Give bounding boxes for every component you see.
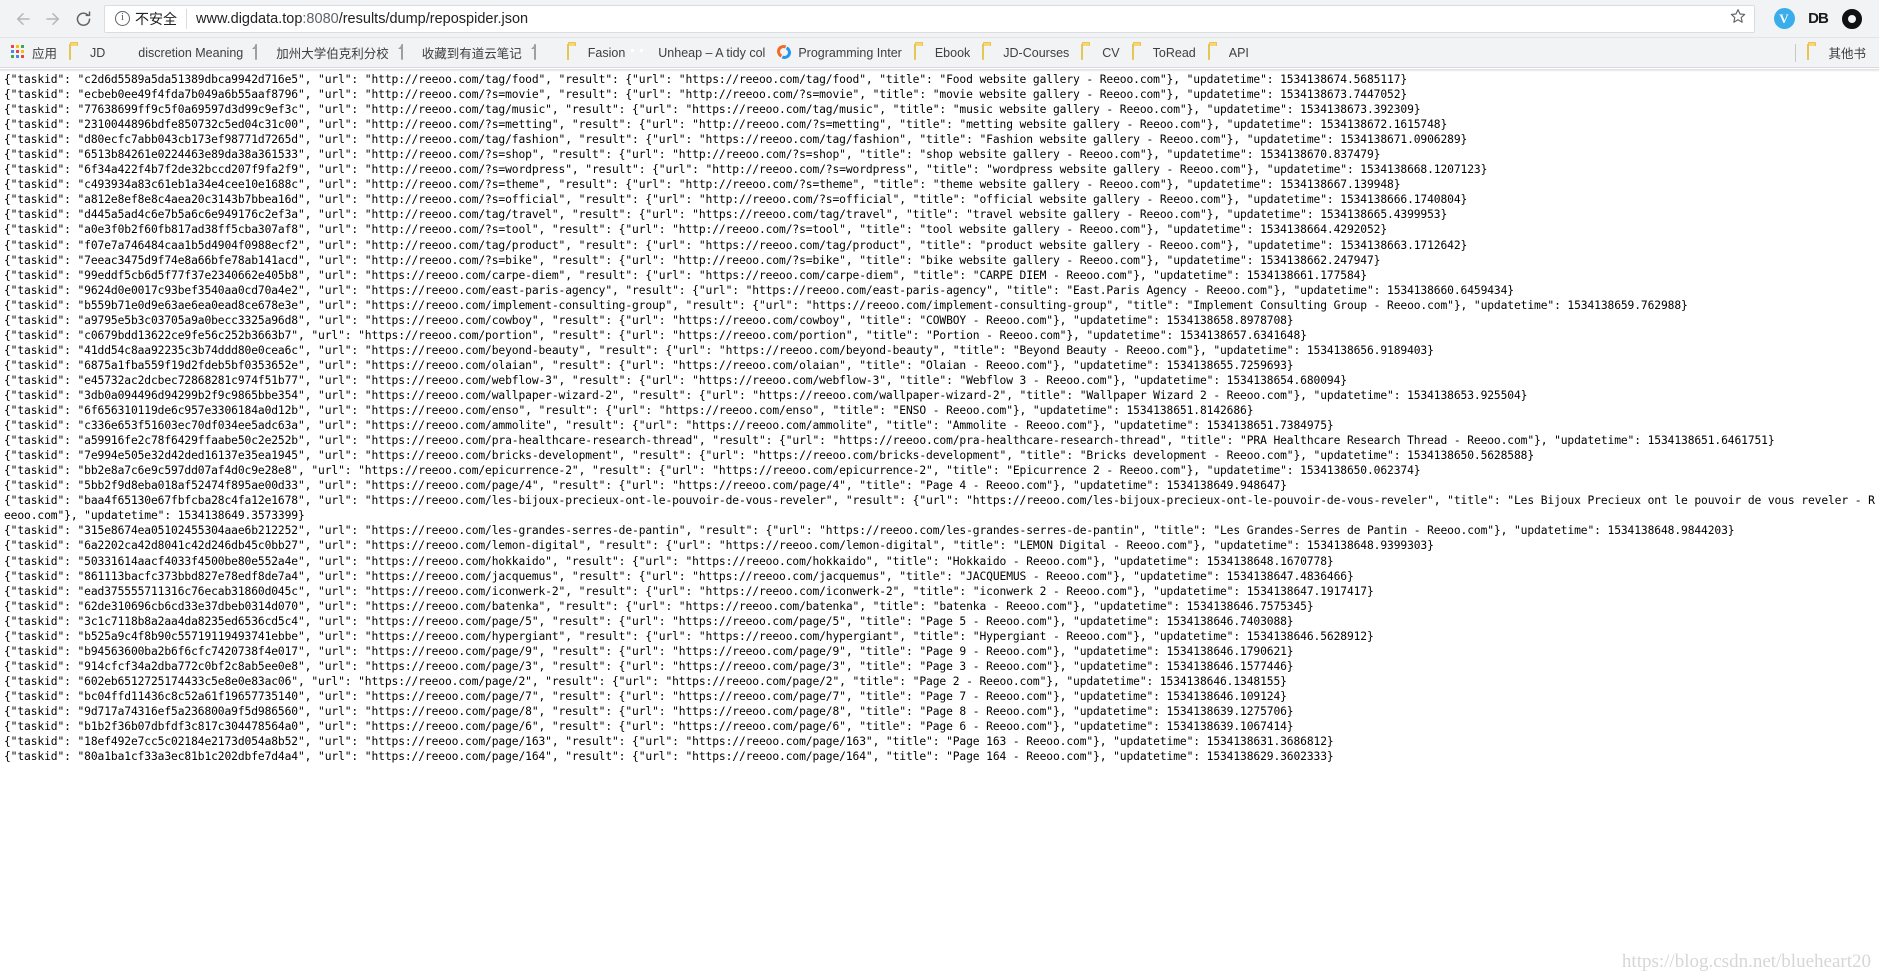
bookmarks-divider [1795,43,1797,62]
bookmarks-bar: 应用 JD discretion Meaning 加州大学伯克利分校 收藏到有道… [0,38,1879,68]
site-info-icon[interactable] [115,10,130,26]
extension-icons: V DB [1763,8,1871,30]
bookmark-item-programming-interview[interactable]: Programming Inter [772,42,909,63]
bookmark-item-cv[interactable]: CV [1076,43,1126,63]
bookmark-label: 应用 [32,47,58,61]
bookmark-apps[interactable]: 应用 [6,41,64,64]
bookmark-label: 其他书 [1828,47,1866,61]
folder-icon [1807,43,1823,61]
browser-toolbar: 不安全 www.digdata.top:8080/results/dump/re… [0,0,1879,38]
bookmark-label: Unheap – A tidy col [658,45,766,60]
apps-grid-icon [11,44,27,61]
bookmark-label: Fasion [587,45,626,60]
bookmark-label: API [1228,45,1249,60]
folder-icon [566,43,583,61]
page-icon [255,43,271,61]
security-label: 不安全 [135,8,187,29]
vimium-extension-icon[interactable]: V [1773,8,1795,30]
json-viewer[interactable]: {"taskid": "c2d6d5589a5da51389dbca9942d7… [0,69,1879,979]
url-text: www.digdata.top:8080/results/dump/reposp… [196,9,528,29]
bookmark-label: 加州大学伯克利分校 [276,47,389,61]
json-dump-text: {"taskid": "c2d6d5589a5da51389dbca9942d7… [4,73,1875,764]
bookmark-label: 收藏到有道云笔记 [421,47,522,61]
folder-icon [69,43,85,61]
unheap-icon [637,45,653,61]
address-bar[interactable]: 不安全 www.digdata.top:8080/results/dump/re… [104,4,1755,33]
folder-icon [1081,43,1097,61]
shield-icon [117,45,133,61]
bookmark-label: discretion Meaning [138,45,244,60]
bookmark-item-other-bookmarks[interactable]: 其他书 [1802,41,1873,64]
bookmark-label: ToRead [1152,45,1196,60]
back-arrow-icon[interactable] [8,4,38,34]
bookmark-item-ebook[interactable]: Ebook [909,43,977,63]
url-port: :8080 [302,10,339,27]
url-path: /results/dump/repospider.json [338,10,529,27]
db-extension-icon[interactable]: DB [1807,8,1829,30]
bookmark-label: Programming Inter [798,45,902,60]
folder-icon [982,43,998,61]
bookmark-label: Ebook [934,45,971,60]
bookmark-item-fasion[interactable]: Fasion [562,43,633,63]
bookmark-item-jd[interactable]: JD [64,43,112,63]
bookmark-label: CV [1102,45,1120,60]
bookmarks-overflow: 其他书 [1789,41,1873,64]
forward-arrow-icon[interactable] [38,4,68,34]
bookmark-item-unheap[interactable]: Unheap – A tidy col [632,43,772,63]
bookmark-item-untitled[interactable] [529,43,562,63]
page-icon [533,43,550,61]
folder-icon [1131,43,1148,61]
folder-icon [1207,43,1224,61]
bookmark-item-discretion-meaning[interactable]: discretion Meaning [112,43,250,63]
bookmark-label: JD [90,45,106,60]
scroll-shadow [0,69,1879,72]
browser-window: 不安全 www.digdata.top:8080/results/dump/re… [0,0,1879,979]
programming-icon [775,42,794,61]
url-host: www.digdata.top [196,10,303,27]
bookmark-item-api[interactable]: API [1203,43,1256,63]
bookmark-label: JD-Courses [1003,45,1070,60]
bookmark-star-icon[interactable] [1722,8,1746,29]
bookmark-item-youdao-note[interactable]: 收藏到有道云笔记 [396,41,529,64]
page-icon [400,43,417,61]
folder-icon [913,43,930,61]
bookmark-item-berkeley[interactable]: 加州大学伯克利分校 [250,41,396,64]
reload-icon[interactable] [68,4,98,34]
bookmark-item-jd-courses[interactable]: JD-Courses [977,43,1076,63]
bookmark-item-toread[interactable]: ToRead [1127,43,1203,63]
opera-extension-icon[interactable] [1841,8,1863,30]
